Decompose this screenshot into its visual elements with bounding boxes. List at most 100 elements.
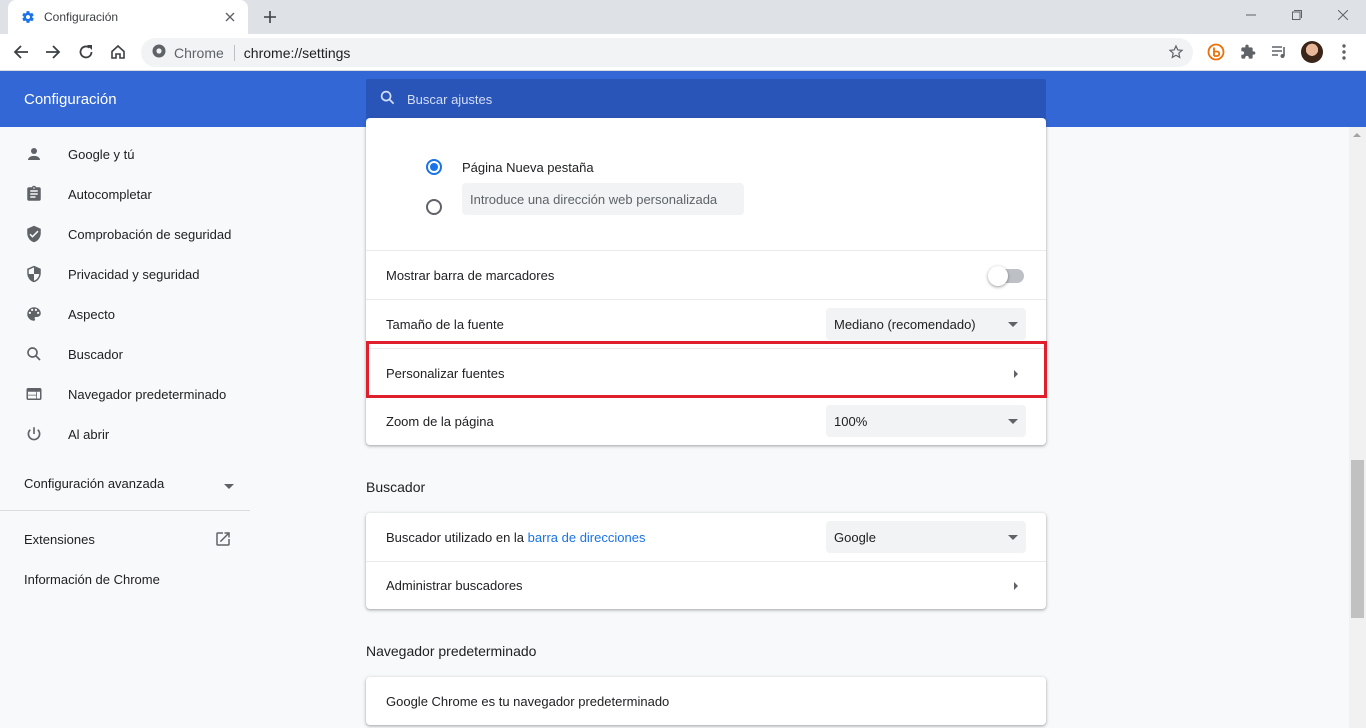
new-tab-button[interactable]	[259, 6, 281, 28]
address-origin: Chrome	[174, 44, 224, 61]
sidebar-item-label: Al abrir	[68, 426, 110, 442]
search-engine-row: Buscador utilizado en la barra de direcc…	[366, 513, 1046, 561]
browser-toolbar: Chrome chrome://settings	[0, 34, 1366, 71]
palette-icon	[24, 304, 44, 324]
sidebar-item-google[interactable]: Google y tú	[0, 134, 250, 174]
forward-button[interactable]	[40, 39, 66, 65]
radio-new-tab[interactable]	[426, 159, 442, 175]
close-tab-icon[interactable]	[222, 9, 238, 25]
search-engine-select[interactable]: Google	[826, 521, 1026, 553]
address-url: chrome://settings	[243, 44, 351, 61]
appearance-card: Página Nueva pestaña Mostrar barra de ma…	[366, 118, 1046, 445]
extensions-puzzle-icon[interactable]	[1237, 41, 1259, 63]
customize-fonts-label: Personalizar fuentes	[386, 365, 505, 381]
sidebar-item-safety-check[interactable]: Comprobación de seguridad	[0, 214, 250, 254]
tab-title: Configuración	[44, 10, 119, 24]
radio-new-tab-label: Página Nueva pestaña	[462, 159, 594, 175]
reload-button[interactable]	[73, 39, 99, 65]
more-menu-icon[interactable]	[1333, 41, 1355, 63]
search-engine-section-title: Buscador	[366, 479, 426, 495]
sidebar-item-label: Autocompletar	[68, 186, 152, 202]
bookmarks-bar-label: Mostrar barra de marcadores	[386, 267, 555, 283]
settings-search-box[interactable]	[366, 79, 1046, 119]
tab-strip: Configuración	[0, 0, 1366, 34]
shield-check-icon	[24, 224, 44, 244]
default-browser-status: Google Chrome es tu navegador predetermi…	[386, 693, 670, 709]
arrow-right-icon	[1014, 370, 1018, 378]
font-size-label: Tamaño de la fuente	[386, 316, 504, 332]
radio-custom-url[interactable]	[426, 199, 442, 215]
sidebar-item-label: Google y tú	[68, 146, 135, 162]
manage-search-engines-label: Administrar buscadores	[386, 578, 523, 593]
sidebar-item-autofill[interactable]: Autocompletar	[0, 174, 250, 214]
sidebar-item-on-startup[interactable]: Al abrir	[0, 414, 250, 454]
dropdown-caret-icon	[1008, 419, 1018, 424]
sidebar-item-label: Aspecto	[68, 306, 115, 322]
page-zoom-select[interactable]: 100%	[826, 405, 1026, 437]
default-browser-section-title: Navegador predeterminado	[366, 643, 537, 659]
dropdown-caret-icon	[1008, 322, 1018, 327]
default-browser-card: Google Chrome es tu navegador predetermi…	[366, 677, 1046, 725]
search-engine-label: Buscador utilizado en la barra de direcc…	[386, 529, 646, 545]
search-input[interactable]	[407, 91, 1007, 107]
search-icon	[380, 90, 395, 108]
browser-window-icon	[24, 384, 44, 404]
page-zoom-label: Zoom de la página	[386, 414, 494, 429]
page-scrollbar[interactable]	[1349, 127, 1366, 728]
sidebar-divider	[0, 510, 250, 511]
extension-b-icon[interactable]	[1205, 41, 1227, 63]
profile-avatar[interactable]	[1301, 41, 1323, 63]
sidebar-item-label: Privacidad y seguridad	[68, 266, 200, 282]
sidebar-item-search-engine[interactable]: Buscador	[0, 334, 250, 374]
advanced-settings-toggle[interactable]: Configuración avanzada	[24, 469, 234, 497]
restore-button[interactable]	[1274, 0, 1320, 30]
tab-settings[interactable]: Configuración	[8, 0, 248, 34]
person-icon	[24, 144, 44, 164]
search-engine-value: Google	[834, 529, 876, 545]
minimize-button[interactable]	[1228, 0, 1274, 30]
scrollbar-thumb[interactable]	[1351, 460, 1364, 618]
chrome-logo-icon	[152, 44, 166, 61]
page-zoom-value: 100%	[834, 413, 868, 429]
about-chrome-label: Información de Chrome	[24, 572, 160, 587]
radio-new-tab-row[interactable]: Página Nueva pestaña	[366, 151, 1046, 183]
home-button[interactable]	[105, 39, 131, 65]
customize-fonts-row[interactable]: Personalizar fuentes	[366, 348, 1046, 397]
sidebar-item-label: Buscador	[68, 346, 123, 362]
bookmark-star-icon[interactable]	[1167, 43, 1185, 61]
open-in-new-icon[interactable]	[214, 530, 232, 551]
address-bar-link[interactable]: barra de direcciones	[528, 530, 646, 545]
page-title: Configuración	[24, 91, 117, 108]
power-icon	[24, 424, 44, 444]
sidebar-item-privacy[interactable]: Privacidad y seguridad	[0, 254, 250, 294]
address-separator	[233, 44, 235, 61]
media-control-icon[interactable]	[1268, 41, 1290, 63]
font-size-value: Mediano (recomendado)	[834, 316, 976, 332]
default-browser-row: Google Chrome es tu navegador predetermi…	[366, 677, 1046, 725]
font-size-row: Tamaño de la fuente Mediano (recomendado…	[366, 299, 1046, 348]
page-zoom-row: Zoom de la página 100%	[366, 397, 1046, 445]
clipboard-icon	[24, 184, 44, 204]
manage-search-engines-row[interactable]: Administrar buscadores	[366, 561, 1046, 609]
chevron-down-icon	[224, 478, 234, 493]
advanced-settings-label: Configuración avanzada	[24, 475, 165, 491]
custom-url-input[interactable]	[462, 183, 744, 215]
bookmarks-bar-toggle[interactable]	[988, 266, 1024, 286]
sidebar-item-appearance[interactable]: Aspecto	[0, 294, 250, 334]
sidebar-item-label: Navegador predeterminado	[68, 386, 227, 402]
search-icon	[24, 344, 44, 364]
shield-icon	[24, 264, 44, 284]
address-bar[interactable]: Chrome chrome://settings	[141, 38, 1193, 67]
back-button[interactable]	[8, 39, 34, 65]
scroll-up-arrow-icon[interactable]	[1353, 133, 1361, 137]
sidebar-item-default-browser[interactable]: Navegador predeterminado	[0, 374, 250, 414]
extensions-label: Extensiones	[24, 532, 95, 547]
bookmarks-bar-row[interactable]: Mostrar barra de marcadores	[366, 250, 1046, 299]
dropdown-caret-icon	[1008, 535, 1018, 540]
sidebar-item-label: Comprobación de seguridad	[68, 226, 232, 242]
close-window-button[interactable]	[1320, 0, 1366, 30]
sidebar-item-about-chrome[interactable]: Información de Chrome	[24, 572, 160, 587]
sidebar-item-extensions[interactable]: Extensiones	[24, 532, 95, 547]
font-size-select[interactable]: Mediano (recomendado)	[826, 308, 1026, 340]
arrow-right-icon	[1014, 582, 1018, 590]
